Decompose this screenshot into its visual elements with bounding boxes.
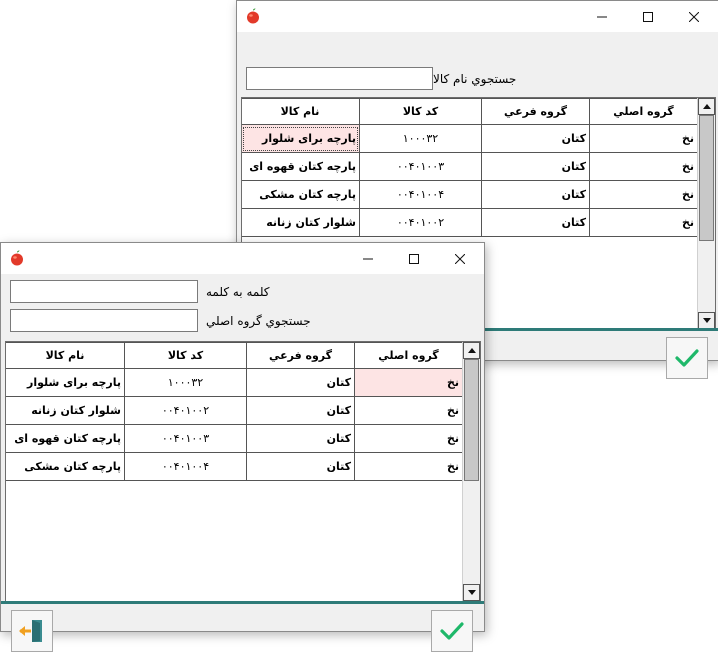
cell-product-code[interactable]: ۰۰۴۰۱۰۰۳ xyxy=(359,152,482,181)
cell-main-group[interactable]: نخ xyxy=(354,368,463,397)
scroll-thumb[interactable] xyxy=(699,115,714,241)
apple-icon xyxy=(247,8,259,24)
cell-product-name[interactable]: شلوار کتان زنانه xyxy=(6,396,125,425)
col-main-group[interactable]: گروه اصلي xyxy=(354,342,463,369)
confirm-button[interactable] xyxy=(666,337,708,379)
divider-bar xyxy=(1,601,484,604)
minimize-icon xyxy=(597,16,607,17)
minimize-button[interactable] xyxy=(579,1,625,32)
table-row[interactable]: نخ کتان ۰۰۴۰۱۰۰۴ پارچه کتان مشکی xyxy=(6,452,463,481)
cell-main-group[interactable]: نخ xyxy=(589,152,698,181)
cell-product-code[interactable]: ۰۰۴۰۱۰۰۴ xyxy=(124,452,247,481)
products-grid[interactable]: گروه اصلي گروه فرعي کد کالا نام کالا نخ … xyxy=(5,341,481,602)
product-search-window-front: کلمه به کلمه جستجوي گروه اصلي گروه اصلي … xyxy=(0,242,485,652)
table-row[interactable]: نخ کتان ۰۰۴۰۱۰۰۳ پارچه کتان قهوه ای xyxy=(242,152,698,181)
col-product-code[interactable]: کد کالا xyxy=(124,342,247,369)
triangle-up-icon xyxy=(702,104,711,109)
cell-product-name[interactable]: پارچه کتان قهوه ای xyxy=(242,152,360,181)
close-icon xyxy=(455,253,465,264)
col-sub-group[interactable]: گروه فرعي xyxy=(246,342,355,369)
table-header-row: گروه اصلي گروه فرعي کد کالا نام کالا xyxy=(6,342,463,369)
scroll-up-button[interactable] xyxy=(463,342,480,359)
minimize-button[interactable] xyxy=(345,243,391,274)
products-table: گروه اصلي گروه فرعي کد کالا نام کالا نخ … xyxy=(6,342,463,481)
maximize-icon xyxy=(409,253,419,264)
cell-sub-group[interactable]: کتان xyxy=(481,124,590,153)
close-button[interactable] xyxy=(437,243,483,274)
minimize-icon xyxy=(363,258,373,259)
vertical-scrollbar[interactable] xyxy=(462,342,480,601)
maximize-button[interactable] xyxy=(391,243,437,274)
cell-product-code[interactable]: ۱۰۰۰۳۲ xyxy=(359,124,482,153)
cell-sub-group[interactable]: کتان xyxy=(481,152,590,181)
product-name-search-label: جستجوي نام كالا xyxy=(433,72,517,86)
close-icon xyxy=(689,11,699,22)
maximize-icon xyxy=(643,11,653,22)
cell-product-name[interactable]: پارچه کتان مشکی xyxy=(242,180,360,209)
cell-sub-group[interactable]: کتان xyxy=(246,396,355,425)
exit-door-icon xyxy=(19,620,42,642)
cell-main-group[interactable]: نخ xyxy=(354,396,463,425)
apple-icon xyxy=(11,250,23,266)
col-product-name[interactable]: نام کالا xyxy=(242,98,360,125)
col-sub-group[interactable]: گروه فرعي xyxy=(481,98,590,125)
col-product-code[interactable]: کد کالا xyxy=(359,98,482,125)
cell-product-name[interactable]: پارچه برای شلوار xyxy=(6,368,125,397)
cell-product-name[interactable]: پارچه کتان مشکی xyxy=(6,452,125,481)
cell-product-code[interactable]: ۱۰۰۰۳۲ xyxy=(124,368,247,397)
table-header-row: گروه اصلي گروه فرعي کد کالا نام کالا xyxy=(242,98,698,125)
triangle-down-icon xyxy=(467,590,476,595)
title-bar[interactable] xyxy=(1,243,484,274)
products-table: گروه اصلي گروه فرعي کد کالا نام کالا نخ … xyxy=(242,98,698,237)
main-group-search-input[interactable] xyxy=(10,309,198,332)
cell-product-code[interactable]: ۰۰۴۰۱۰۰۲ xyxy=(124,396,247,425)
cell-sub-group[interactable]: کتان xyxy=(481,180,590,209)
title-bar[interactable] xyxy=(237,1,718,32)
word-search-input[interactable] xyxy=(10,280,198,303)
close-button[interactable] xyxy=(671,1,717,32)
cell-product-code[interactable]: ۰۰۴۰۱۰۰۳ xyxy=(124,424,247,453)
cell-product-code[interactable]: ۰۰۴۰۱۰۰۴ xyxy=(359,180,482,209)
cell-product-name[interactable]: شلوار کتان زنانه xyxy=(242,208,360,237)
confirm-button[interactable] xyxy=(431,610,473,652)
scroll-up-button[interactable] xyxy=(698,98,715,115)
cell-sub-group[interactable]: کتان xyxy=(246,424,355,453)
table-row[interactable]: نخ کتان ۰۰۴۰۱۰۰۳ پارچه کتان قهوه ای xyxy=(6,424,463,453)
maximize-button[interactable] xyxy=(625,1,671,32)
main-group-search-label: جستجوي گروه اصلي xyxy=(206,314,311,328)
table-row[interactable]: نخ کتان ۰۰۴۰۱۰۰۲ شلوار کتان زنانه xyxy=(242,208,698,237)
cell-product-name[interactable]: پارچه کتان قهوه ای xyxy=(6,424,125,453)
cell-main-group[interactable]: نخ xyxy=(589,124,698,153)
exit-button[interactable] xyxy=(11,610,53,652)
triangle-down-icon xyxy=(702,318,711,323)
table-row[interactable]: نخ کتان ۰۰۴۰۱۰۰۴ پارچه کتان مشکی xyxy=(242,180,698,209)
triangle-up-icon xyxy=(467,348,476,353)
cell-sub-group[interactable]: کتان xyxy=(246,452,355,481)
scroll-down-button[interactable] xyxy=(698,312,715,329)
table-row[interactable]: نخ کتان ۱۰۰۰۳۲ پارچه برای شلوار xyxy=(6,368,463,397)
cell-sub-group[interactable]: کتان xyxy=(246,368,355,397)
table-row[interactable]: نخ کتان ۰۰۴۰۱۰۰۲ شلوار کتان زنانه xyxy=(6,396,463,425)
cell-main-group[interactable]: نخ xyxy=(589,180,698,209)
col-product-name[interactable]: نام کالا xyxy=(6,342,125,369)
product-name-search-input[interactable] xyxy=(246,67,433,90)
cell-sub-group[interactable]: کتان xyxy=(481,208,590,237)
scroll-down-button[interactable] xyxy=(463,584,480,601)
cell-main-group[interactable]: نخ xyxy=(354,452,463,481)
col-main-group[interactable]: گروه اصلي xyxy=(589,98,698,125)
vertical-scrollbar[interactable] xyxy=(697,98,715,329)
table-row[interactable]: نخ کتان ۱۰۰۰۳۲ پارچه برای شلوار xyxy=(242,124,698,153)
cell-product-code[interactable]: ۰۰۴۰۱۰۰۲ xyxy=(359,208,482,237)
cell-main-group[interactable]: نخ xyxy=(354,424,463,453)
cell-main-group[interactable]: نخ xyxy=(589,208,698,237)
scroll-thumb[interactable] xyxy=(464,359,479,481)
check-icon xyxy=(440,622,464,640)
word-search-label: کلمه به کلمه xyxy=(206,285,270,299)
cell-product-name[interactable]: پارچه برای شلوار xyxy=(242,124,360,153)
check-icon xyxy=(675,349,699,367)
